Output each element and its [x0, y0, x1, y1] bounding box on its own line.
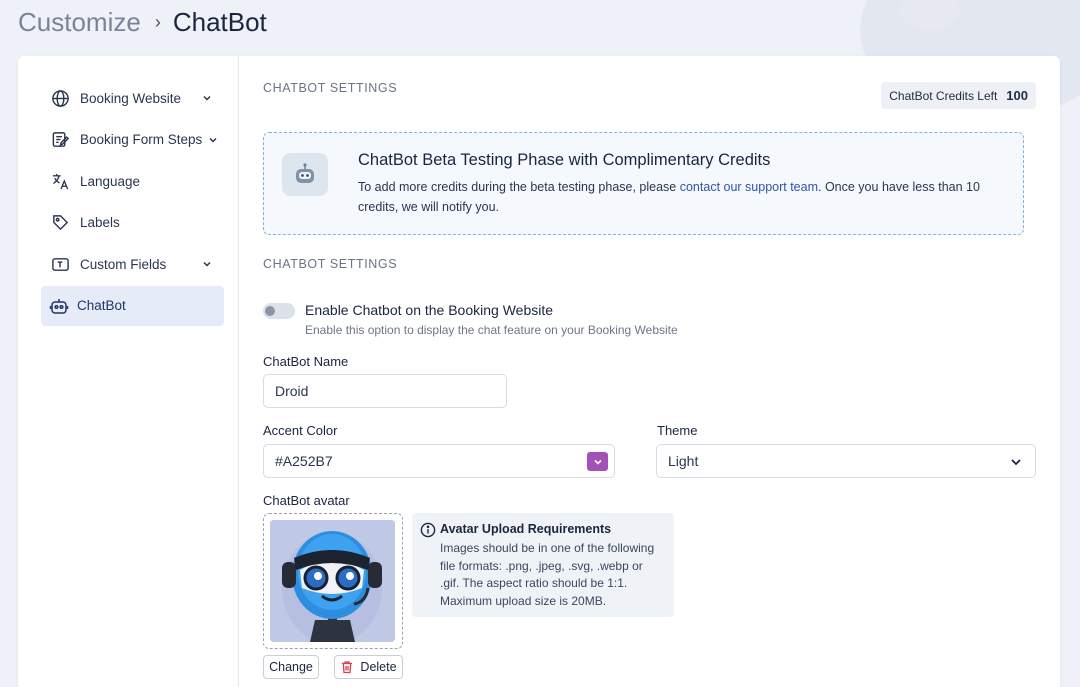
trash-icon [342, 661, 353, 674]
beta-text: To add more credits during the beta test… [358, 177, 1008, 217]
text-field-icon [50, 254, 70, 274]
sidebar-item-label: Booking Website [80, 90, 182, 106]
sidebar-item-label: Labels [80, 215, 120, 231]
avatar [270, 520, 395, 642]
section-title: CHATBOT SETTINGS [263, 81, 398, 95]
accent-color-label: Accent Color [263, 423, 338, 438]
info-icon [420, 522, 436, 538]
section-title: CHATBOT SETTINGS [263, 257, 398, 271]
requirements-text: Images should be in one of the following… [440, 541, 655, 608]
chevron-down-icon [1011, 459, 1021, 466]
sidebar-item-booking-form-steps[interactable]: Booking Form Steps [41, 120, 224, 160]
chatbot-name-value: Droid [275, 383, 309, 399]
breadcrumb-separator: › [154, 11, 161, 32]
credits-label: ChatBot Credits Left [889, 88, 998, 103]
sidebar-item-custom-fields[interactable]: Custom Fields [41, 244, 224, 284]
main-content: CHATBOT SETTINGS ChatBot Credits Left 10… [263, 56, 1036, 687]
change-avatar-button[interactable]: Change [263, 655, 319, 679]
chevron-down-icon[interactable] [200, 91, 214, 105]
sidebar-item-language[interactable]: Language [41, 161, 224, 201]
credits-value: 100 [1006, 88, 1028, 103]
delete-avatar-label: Delete [360, 660, 397, 674]
sidebar: Booking Website Booking Form Steps Langu… [18, 56, 239, 687]
accent-color-value: #A252B7 [275, 453, 333, 469]
enable-chatbot-label: Enable Chatbot on the Booking Website [305, 302, 554, 318]
sidebar-item-label: Booking Form Steps [80, 132, 203, 148]
beta-title: ChatBot Beta Testing Phase with Complime… [358, 151, 771, 169]
robot-avatar-image [270, 520, 395, 642]
page-title: ChatBot [172, 6, 267, 37]
sidebar-item-label: Language [80, 173, 141, 189]
chevron-down-icon [593, 459, 602, 465]
avatar-dropzone[interactable] [263, 513, 403, 649]
sidebar-item-label: ChatBot [77, 298, 126, 314]
color-picker-button[interactable] [587, 452, 608, 471]
chevron-down-icon[interactable] [200, 257, 214, 271]
translate-icon [50, 171, 70, 191]
enable-chatbot-help: Enable this option to display the chat f… [305, 323, 678, 337]
avatar-requirements: Avatar Upload Requirements Images should… [412, 513, 674, 617]
theme-label: Theme [657, 423, 698, 438]
support-link[interactable]: contact our support team [680, 180, 818, 194]
delete-avatar-button[interactable]: Delete [334, 655, 403, 679]
robot-icon [49, 296, 69, 316]
globe-icon [50, 88, 70, 108]
requirements-title: Avatar Upload Requirements [440, 522, 612, 536]
chevron-down-icon[interactable] [206, 133, 220, 147]
breadcrumb: Customize › ChatBot [18, 6, 267, 38]
sidebar-item-labels[interactable]: Labels [41, 203, 224, 243]
settings-card: Booking Website Booking Form Steps Langu… [18, 56, 1060, 687]
beta-notice: ChatBot Beta Testing Phase with Complime… [263, 132, 1024, 235]
theme-select[interactable]: Light [656, 444, 1036, 478]
avatar-label: ChatBot avatar [263, 493, 350, 508]
sidebar-item-label: Custom Fields [80, 256, 167, 272]
credits-badge: ChatBot Credits Left 100 [881, 82, 1036, 109]
change-avatar-label: Change [269, 660, 313, 674]
chatbot-name-label: ChatBot Name [263, 354, 349, 369]
breadcrumb-parent[interactable]: Customize [18, 7, 141, 38]
accent-color-input[interactable]: #A252B7 [263, 444, 615, 478]
tag-icon [50, 213, 70, 233]
chatbot-name-input[interactable]: Droid [263, 374, 507, 408]
theme-value: Light [668, 453, 699, 469]
form-edit-icon [50, 130, 70, 150]
chatbot-icon [282, 153, 328, 196]
toggle-knob [265, 306, 275, 316]
sidebar-item-chatbot[interactable]: ChatBot [41, 285, 224, 326]
enable-chatbot-toggle[interactable] [263, 303, 295, 319]
sidebar-item-booking-website[interactable]: Booking Website [41, 78, 224, 118]
beta-text-part: To add more credits during the beta test… [358, 180, 680, 194]
